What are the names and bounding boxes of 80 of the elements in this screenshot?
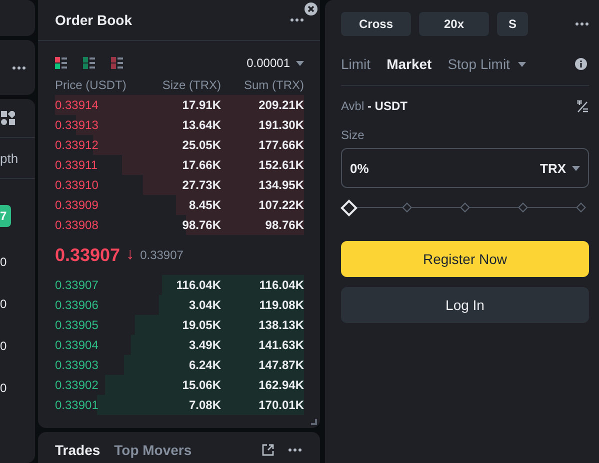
order-sum: 162.94K xyxy=(258,378,304,392)
bid-price: 0.33905 xyxy=(55,318,100,332)
table-cell: 0 xyxy=(0,255,7,269)
table-cell: 0 xyxy=(0,339,7,353)
order-size: 15.06K xyxy=(181,378,221,392)
order-size: 7.08K xyxy=(188,398,221,412)
column-header: Size (TRX) xyxy=(161,78,221,92)
margin-option-button[interactable]: S xyxy=(497,12,528,36)
ask-price: 0.33911 xyxy=(55,158,98,172)
book-view-icon[interactable] xyxy=(55,57,67,69)
bid-price: 0.33907 xyxy=(55,278,100,292)
order-sum: 177.66K xyxy=(258,138,304,152)
order-sum: 107.22K xyxy=(258,198,304,212)
ask-price: 0.33912 xyxy=(55,138,100,152)
available-balance: Avbl - USDT xyxy=(341,99,408,113)
order-sum: 191.30K xyxy=(258,118,304,132)
price-badge: 7 xyxy=(0,205,11,227)
table-cell: 0 xyxy=(0,297,7,311)
order-sum: 152.61K xyxy=(258,158,304,172)
order-size: 19.05K xyxy=(181,318,221,332)
layout-icon[interactable] xyxy=(1,111,15,125)
order-size: 17.66K xyxy=(181,158,221,172)
caret-icon xyxy=(296,60,304,66)
order-sum: 138.13K xyxy=(258,318,304,332)
ask-price: 0.33914 xyxy=(55,98,100,112)
bid-price: 0.33902 xyxy=(55,378,100,392)
column-header: Sum (TRX) xyxy=(243,78,304,92)
bid-price: 0.33901 xyxy=(55,398,100,412)
order-sum: 170.01K xyxy=(258,398,304,412)
margin-option-button[interactable]: 20x xyxy=(419,12,489,36)
order-sum: 98.76K xyxy=(264,218,304,232)
price-arrow: ↓ xyxy=(126,246,134,264)
order-sum: 134.95K xyxy=(258,178,304,192)
resize-handle-icon[interactable] xyxy=(311,419,317,425)
external-link-icon[interactable] xyxy=(262,444,274,456)
book-view-icon[interactable] xyxy=(83,57,95,69)
order-size: 3.49K xyxy=(188,338,221,352)
order-sum: 141.63K xyxy=(258,338,304,352)
precision-dropdown[interactable]: 0.00001 xyxy=(246,56,304,70)
last-price: 0.33907 xyxy=(55,244,120,266)
book-view-icon[interactable] xyxy=(111,57,123,69)
order-size: 98.76K xyxy=(181,218,221,232)
bid-price: 0.33903 xyxy=(55,358,100,372)
order-size: 17.91K xyxy=(181,98,221,112)
order-size: 6.24K xyxy=(188,358,221,372)
order-size: 13.64K xyxy=(181,118,221,132)
table-cell: 0 xyxy=(0,381,7,395)
caret-icon xyxy=(518,62,526,66)
bid-price: 0.33906 xyxy=(55,298,100,312)
panel-tab[interactable]: Top Movers xyxy=(114,442,192,458)
order-sum: 209.21K xyxy=(258,98,304,112)
login-button[interactable]: Log In xyxy=(341,287,589,323)
panel-title: Order Book xyxy=(55,12,132,28)
ask-price: 0.33913 xyxy=(55,118,100,132)
register-button[interactable]: Register Now xyxy=(341,241,589,277)
order-type-tab[interactable]: Limit xyxy=(341,43,371,85)
order-sum: 119.08K xyxy=(258,298,304,312)
order-sum: 147.87K xyxy=(258,358,304,372)
info-icon[interactable] xyxy=(575,58,587,70)
transfer-icon[interactable] xyxy=(576,100,589,112)
ask-price: 0.33909 xyxy=(55,198,100,212)
ask-price: 0.33908 xyxy=(55,218,100,232)
order-size: 116.04K xyxy=(175,278,221,292)
tab-label[interactable]: pth xyxy=(0,151,18,166)
order-size: 8.45K xyxy=(188,198,221,212)
order-size: 25.05K xyxy=(181,138,221,152)
panel-tab[interactable]: Trades xyxy=(55,442,100,458)
column-header: Price (USDT) xyxy=(55,78,128,92)
size-input-field[interactable]: 0% TRX xyxy=(341,148,589,188)
bid-price: 0.33904 xyxy=(55,338,100,352)
order-size: 27.73K xyxy=(181,178,221,192)
close-icon[interactable] xyxy=(304,2,318,16)
field-label: Size xyxy=(341,128,366,142)
caret-icon xyxy=(572,166,580,170)
ask-price: 0.33910 xyxy=(55,178,100,192)
mark-price: 0.33907 xyxy=(140,248,184,262)
order-sum: 116.04K xyxy=(258,278,304,292)
order-size: 3.04K xyxy=(188,298,221,312)
margin-option-button[interactable]: Cross xyxy=(341,12,411,36)
order-type-tab[interactable]: Stop Limit xyxy=(448,43,526,85)
